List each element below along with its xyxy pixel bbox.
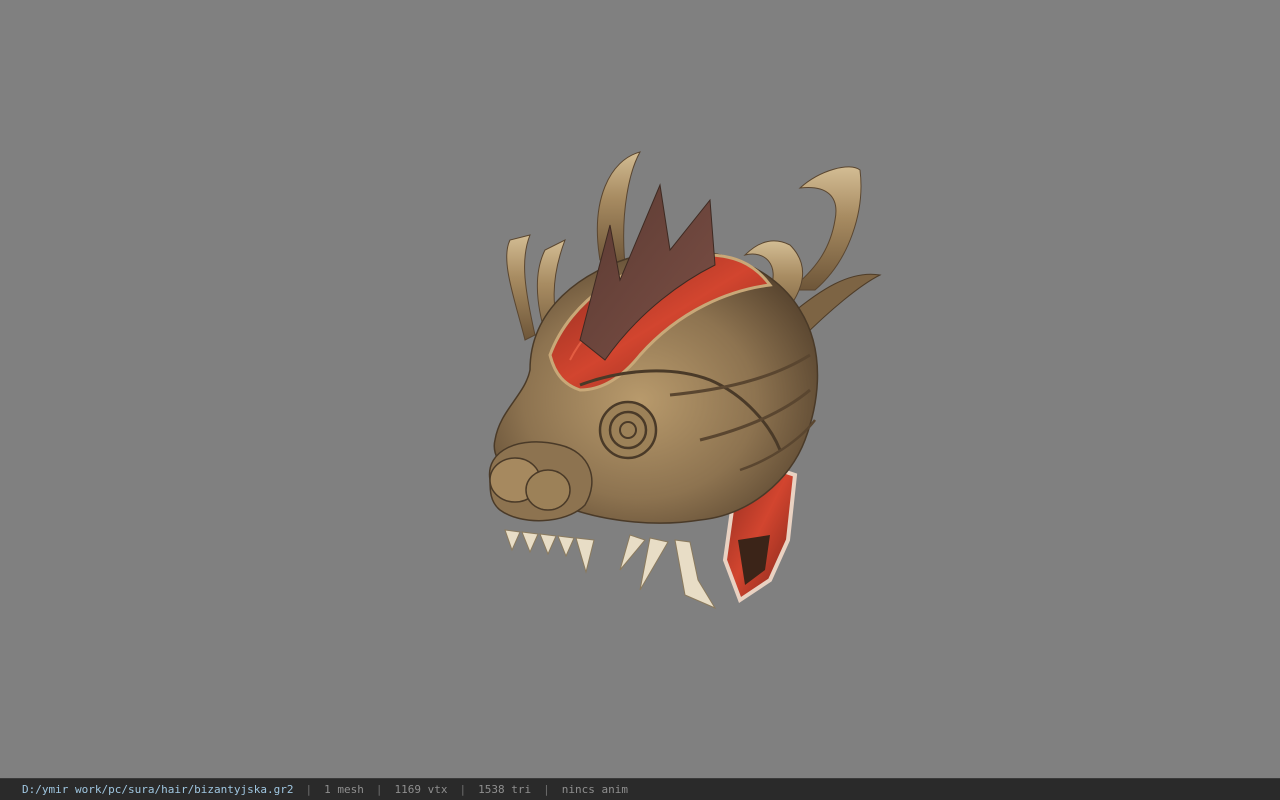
anim-status: nincs anim [561, 783, 628, 796]
separator: | [543, 783, 550, 796]
mesh-count: 1 mesh [324, 783, 364, 796]
file-path: D:/ymir work/pc/sura/hair/bizantyjska.gr… [22, 783, 294, 796]
separator: | [305, 783, 313, 796]
triangle-count: 1538 tri [478, 783, 532, 796]
separator: | [459, 783, 467, 796]
status-bar: D:/ymir work/pc/sura/hair/bizantyjska.gr… [0, 778, 1280, 800]
separator: | [375, 783, 383, 796]
vertex-count: 1169 vtx [394, 783, 448, 796]
model-render [488, 151, 882, 610]
3d-viewport[interactable] [0, 0, 1280, 778]
